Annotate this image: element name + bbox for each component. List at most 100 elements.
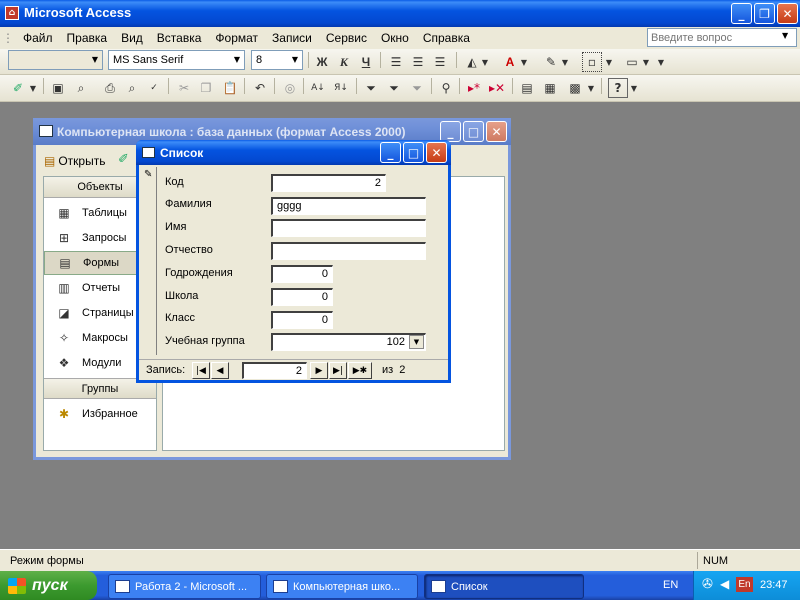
filter-by-form-icon[interactable]: ⏷ [384, 78, 404, 98]
size-combo[interactable]: 8 ▼ [251, 50, 303, 70]
db-design-icon[interactable]: ✐ [118, 152, 129, 167]
form-close-icon[interactable]: ✕ [426, 142, 447, 163]
close-icon[interactable]: ✕ [777, 3, 798, 24]
menu-view[interactable]: Вид [114, 31, 150, 45]
fill-color-dropdown-icon[interactable]: ▼ [480, 52, 490, 72]
help-icon[interactable]: ? [608, 78, 628, 98]
line-color-icon[interactable]: ✎ [541, 52, 561, 72]
undo-icon[interactable]: ↶ [250, 78, 270, 98]
new-record-button[interactable]: ▶✱ [348, 362, 372, 379]
font-color-dropdown-icon[interactable]: ▼ [519, 52, 529, 72]
toolbar-options-icon[interactable]: ▼ [656, 52, 666, 72]
class-field[interactable]: 0 [271, 311, 333, 329]
fill-color-icon[interactable]: ◭ [462, 52, 482, 72]
italic-button[interactable]: К [334, 52, 354, 72]
size-dropdown-icon[interactable]: ▼ [288, 51, 302, 69]
toolbar2-options-icon[interactable]: ▼ [629, 78, 639, 98]
db-minimize-icon[interactable]: _ [440, 121, 461, 142]
record-selector[interactable]: ✎ [141, 167, 157, 355]
line-width-icon[interactable]: ▭ [622, 52, 642, 72]
previous-record-button[interactable]: ◀ [211, 362, 229, 379]
last-record-button[interactable]: ▶| [329, 362, 347, 379]
menu-edit[interactable]: Правка [60, 31, 115, 45]
find-icon[interactable]: ⚲ [436, 78, 456, 98]
school-field[interactable]: 0 [271, 288, 333, 306]
start-button[interactable]: пуск [0, 571, 97, 600]
menu-insert[interactable]: Вставка [150, 31, 209, 45]
paste-icon[interactable]: 📋 [220, 78, 240, 98]
language-indicator[interactable]: EN [663, 579, 678, 591]
align-center-icon[interactable]: ☰ [408, 52, 428, 72]
underline-button[interactable]: Ч [356, 52, 376, 72]
apply-filter-icon[interactable]: ⏷ [407, 78, 427, 98]
database-window-icon[interactable]: ▦ [540, 78, 560, 98]
db-close-icon[interactable]: ✕ [486, 121, 507, 142]
question-input[interactable] [647, 28, 797, 47]
menu-tools[interactable]: Сервис [319, 31, 374, 45]
code-field[interactable]: 2 [271, 174, 386, 192]
new-record-icon[interactable]: ▸* [464, 78, 484, 98]
delete-record-icon[interactable]: ▸✕ [487, 78, 507, 98]
minimize-icon[interactable]: _ [731, 3, 752, 24]
save-icon[interactable]: ▣ [48, 78, 68, 98]
copy-icon[interactable]: ❐ [196, 78, 216, 98]
form-title: Список [160, 146, 204, 160]
group-favorites[interactable]: ✱ Избранное [44, 402, 154, 426]
sort-descending-icon[interactable]: Я↓ [331, 78, 351, 98]
new-object-dropdown-icon[interactable]: ▼ [586, 78, 596, 98]
line-color-dropdown-icon[interactable]: ▼ [560, 52, 570, 72]
db-maximize-icon[interactable]: □ [463, 121, 484, 142]
menu-format[interactable]: Формат [208, 31, 265, 45]
task-word[interactable]: Работа 2 - Microsoft ... [108, 574, 261, 599]
record-number-input[interactable]: 2 [242, 362, 307, 379]
birthyear-field[interactable]: 0 [271, 265, 333, 283]
bold-button[interactable]: Ж [312, 52, 332, 72]
font-color-icon[interactable]: A [500, 52, 520, 72]
sort-ascending-icon[interactable]: A↓ [308, 78, 328, 98]
file-search-icon[interactable]: ⌕ [71, 78, 91, 98]
border-icon[interactable]: ▫ [582, 52, 602, 72]
task-form[interactable]: Список [424, 574, 584, 599]
font-combo[interactable]: MS Sans Serif ▼ [108, 50, 245, 70]
print-icon[interactable]: ⎙ [100, 78, 120, 98]
form-minimize-icon[interactable]: _ [380, 142, 401, 163]
properties-icon[interactable]: ▤ [517, 78, 537, 98]
task-database[interactable]: Компьютерная шко... [266, 574, 418, 599]
cut-icon[interactable]: ✂ [174, 78, 194, 98]
menu-file[interactable]: Файл [16, 31, 60, 45]
patronymic-field[interactable] [271, 242, 426, 260]
view-dropdown-icon[interactable]: ▼ [28, 78, 38, 98]
design-view-icon[interactable]: ✐ [8, 78, 28, 98]
restore-icon[interactable]: ❐ [754, 3, 775, 24]
filter-by-selection-icon[interactable]: ⏷ [361, 78, 381, 98]
study-group-combo[interactable]: 102 ▼ [271, 333, 426, 351]
border-dropdown-icon[interactable]: ▼ [604, 52, 614, 72]
print-preview-icon[interactable]: ⌕ [122, 78, 142, 98]
question-dropdown-icon[interactable]: ▼ [782, 31, 788, 40]
first-record-button[interactable]: |◀ [192, 362, 210, 379]
menu-records[interactable]: Записи [265, 31, 319, 45]
form-maximize-icon[interactable]: □ [403, 142, 424, 163]
object-combo[interactable]: ▼ [8, 50, 103, 70]
spelling-icon[interactable]: ✓ [144, 78, 164, 98]
hyperlink-icon[interactable]: ◎ [280, 78, 300, 98]
study-group-dropdown-icon[interactable]: ▼ [409, 335, 424, 349]
clock[interactable]: 23:47 [760, 579, 788, 591]
font-dropdown-icon[interactable]: ▼ [230, 51, 244, 69]
keyboard-layout-icon[interactable]: En [736, 577, 753, 592]
new-object-icon[interactable]: ▩ [565, 78, 585, 98]
network-icon[interactable]: ✇ [702, 577, 713, 592]
menu-window[interactable]: Окно [374, 31, 416, 45]
lastname-field[interactable]: gggg [271, 197, 426, 215]
align-right-icon[interactable]: ☰ [430, 52, 450, 72]
next-record-button[interactable]: ▶ [310, 362, 328, 379]
firstname-field[interactable] [271, 219, 426, 237]
app-title-bar[interactable]: ⌂ Microsoft Access _ ❐ ✕ [0, 0, 800, 27]
form-title-bar[interactable]: Список _ □ ✕ [136, 140, 451, 165]
align-left-icon[interactable]: ☰ [386, 52, 406, 72]
line-width-dropdown-icon[interactable]: ▼ [641, 52, 651, 72]
database-task-icon [273, 580, 288, 593]
db-open-button[interactable]: ▤ Открыть [44, 154, 105, 168]
menu-help[interactable]: Справка [416, 31, 477, 45]
volume-icon[interactable]: ◀ [720, 577, 729, 591]
